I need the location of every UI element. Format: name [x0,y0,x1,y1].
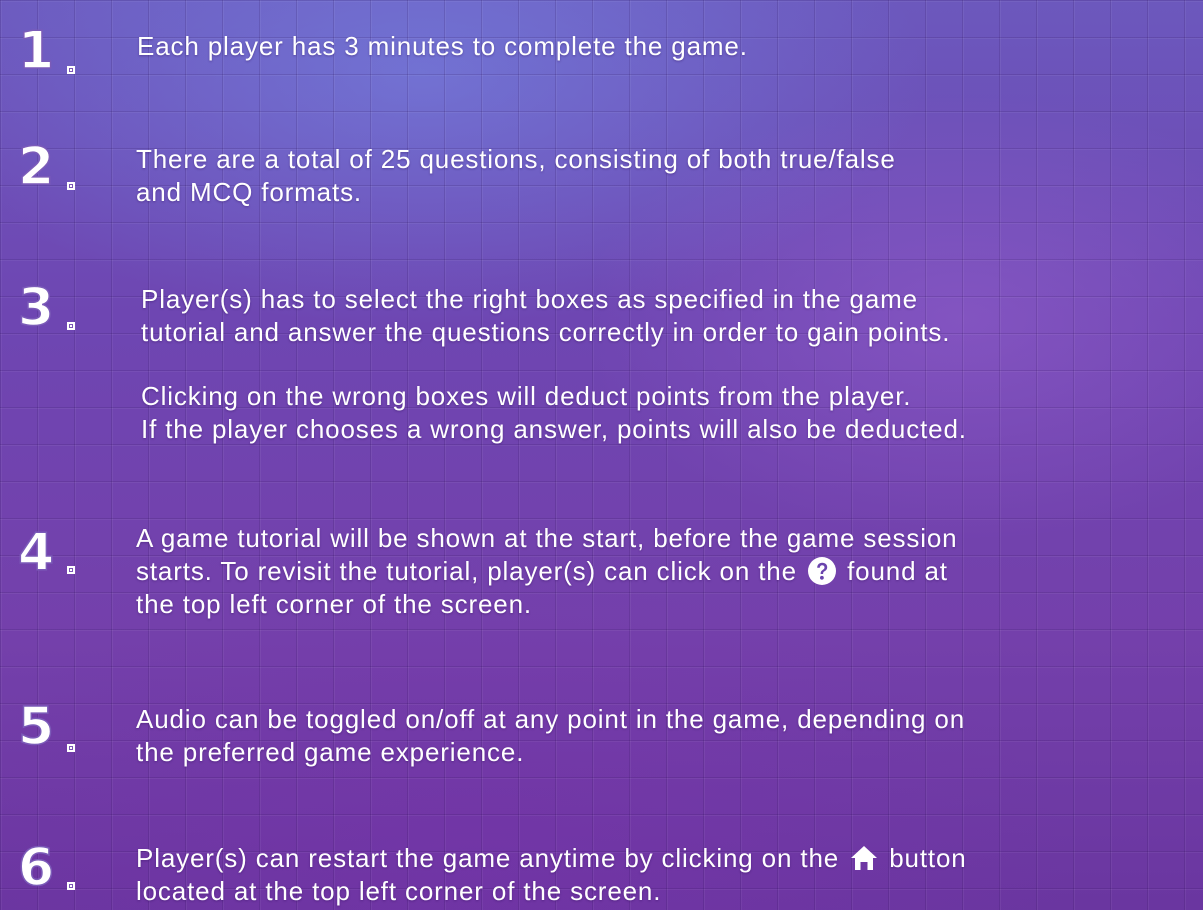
rule-3-extra-line-1: Clicking on the wrong boxes will deduct … [141,381,912,411]
rule-5-line-1: Audio can be toggled on/off at any point… [136,704,966,734]
rule-4-line-2-before: starts. To revisit the tutorial, player(… [136,556,797,586]
rule-4-line-1: A game tutorial will be shown at the sta… [136,523,958,553]
rule-number-1: 1 [17,20,60,82]
rule-5-text: Audio can be toggled on/off at any point… [136,703,965,769]
rule-1-line-1: Each player has 3 minutes to complete th… [137,31,748,61]
rule-3-line-1: Player(s) has to select the right boxes … [141,284,918,314]
bullet-icon [67,322,75,330]
bullet-icon [67,66,75,74]
rule-number-2: 2 [17,136,60,198]
rule-5-line-2: the preferred game experience. [136,737,525,767]
help-question-icon [808,557,836,585]
rule-6-text: Player(s) can restart the game anytime b… [136,842,967,908]
rule-number-4-text: 4 [18,523,54,583]
rule-number-6: 6 [17,837,60,899]
bullet-icon [67,566,75,574]
home-icon [851,846,878,870]
rule-4-line-2: starts. To revisit the tutorial, player(… [136,555,957,588]
rule-number-3-text: 3 [18,278,54,338]
rule-4-line-2-after: found at [847,556,948,586]
rule-number-3: 3 [17,277,60,339]
background-grid [0,0,1203,910]
bullet-icon [67,182,75,190]
rule-3-extra-line-2: If the player chooses a wrong answer, po… [141,414,967,444]
rule-3-extra-text: Clicking on the wrong boxes will deduct … [141,380,967,446]
rule-number-6-text: 6 [18,838,54,898]
rule-number-5-text: 5 [18,697,54,757]
rule-number-2-text: 2 [18,137,54,197]
rule-6-line-1: Player(s) can restart the game anytime b… [136,842,967,875]
bullet-icon [67,882,75,890]
rule-6-line-2: located at the top left corner of the sc… [136,876,662,906]
rule-3-line-2: tutorial and answer the questions correc… [141,317,951,347]
rule-6-line-1-after: button [889,843,967,873]
rule-2-text: There are a total of 25 questions, consi… [136,143,896,209]
rule-number-4: 4 [17,522,60,584]
rule-number-5: 5 [17,696,60,758]
rule-number-1-text: 1 [18,21,54,81]
bullet-icon [67,744,75,752]
rule-2-line-2: and MCQ formats. [136,177,362,207]
rule-2-line-1: There are a total of 25 questions, consi… [136,144,896,174]
rule-3-text: Player(s) has to select the right boxes … [141,283,950,349]
rule-4-line-3: the top left corner of the screen. [136,589,532,619]
rule-1-text: Each player has 3 minutes to complete th… [137,30,748,63]
rule-4-text: A game tutorial will be shown at the sta… [136,522,957,621]
rule-6-line-1-before: Player(s) can restart the game anytime b… [136,843,840,873]
